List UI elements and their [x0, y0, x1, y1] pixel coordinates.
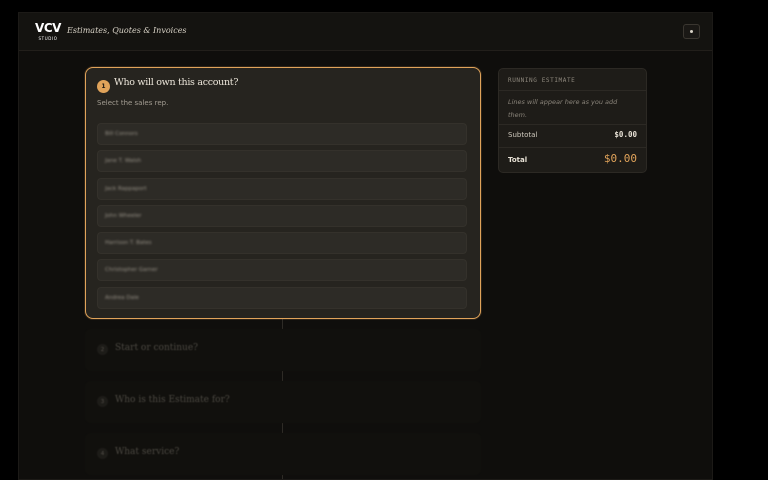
- total-value: $0.00: [603, 152, 637, 165]
- subtotal-row: Subtotal $0.00: [508, 130, 637, 139]
- step-connector: [282, 475, 283, 479]
- estimate-heading: RUNNING ESTIMATE: [508, 77, 576, 84]
- step-title: Who is this Estimate for?: [115, 395, 230, 405]
- logo-mark: VCV: [35, 21, 61, 35]
- divider: [499, 90, 646, 91]
- sales-rep-option[interactable]: Jane T. Walsh: [97, 150, 467, 173]
- step-title: Who will own this account?: [114, 77, 239, 88]
- step-card-service[interactable]: 4 What service?: [85, 433, 481, 475]
- app-window: VCV STUDIO Estimates, Quotes & Invoices …: [18, 12, 713, 480]
- sales-rep-name: John Wheeler: [105, 212, 142, 219]
- wizard-steps: 1 Who will own this account? Select the …: [85, 67, 481, 479]
- running-estimate-panel: RUNNING ESTIMATE Lines will appear here …: [498, 68, 647, 173]
- step-card-client[interactable]: 3 Who is this Estimate for?: [85, 381, 481, 423]
- total-row: Total $0.00: [508, 152, 637, 165]
- app-title: Estimates, Quotes & Invoices: [67, 26, 187, 35]
- divider: [499, 147, 646, 148]
- sales-rep-option[interactable]: Jack Rappaport: [97, 177, 467, 200]
- step-card-owner: 1 Who will own this account? Select the …: [85, 67, 481, 319]
- total-label: Total: [508, 156, 528, 164]
- subtotal-label: Subtotal: [508, 131, 538, 139]
- step-connector: [282, 423, 283, 433]
- sales-rep-option[interactable]: Harrison T. Bates: [97, 232, 467, 255]
- sales-rep-list: Bill Connors Jane T. Walsh Jack Rappapor…: [97, 123, 467, 314]
- sales-rep-option[interactable]: Andrea Dale: [97, 286, 467, 309]
- step-number-badge: 4: [97, 448, 108, 459]
- brand-logo[interactable]: VCV STUDIO: [33, 22, 63, 42]
- sales-rep-name: Harrison T. Bates: [105, 240, 152, 247]
- estimate-empty-text: Lines will appear here as you add them.: [508, 98, 618, 119]
- sales-rep-name: Jack Rappaport: [105, 185, 147, 192]
- subtotal-value: $0.00: [614, 130, 637, 139]
- sales-rep-option[interactable]: Bill Connors: [97, 123, 467, 145]
- step-title: What service?: [115, 447, 180, 457]
- sales-rep-name: Christopher Garner: [105, 267, 158, 274]
- sales-rep-name: Bill Connors: [105, 131, 138, 137]
- sales-rep-option[interactable]: John Wheeler: [97, 204, 467, 227]
- sales-rep-option[interactable]: Christopher Garner: [97, 259, 467, 282]
- step-connector: [282, 371, 283, 381]
- dot-icon: [690, 30, 693, 33]
- sales-rep-name: Jane T. Walsh: [105, 158, 142, 165]
- top-bar: VCV STUDIO Estimates, Quotes & Invoices: [19, 13, 712, 51]
- step-subtitle: Select the sales rep.: [97, 99, 169, 107]
- step-number-badge: 3: [97, 396, 108, 407]
- step-connector: [282, 319, 283, 329]
- menu-button[interactable]: [683, 24, 700, 39]
- step-number-badge: 2: [97, 344, 108, 355]
- divider: [499, 124, 646, 125]
- sales-rep-name: Andrea Dale: [105, 294, 139, 301]
- step-number-badge: 1: [97, 80, 110, 93]
- step-title: Start or continue?: [115, 343, 199, 353]
- step-card-start[interactable]: 2 Start or continue?: [85, 329, 481, 371]
- logo-subtext: STUDIO: [38, 36, 58, 41]
